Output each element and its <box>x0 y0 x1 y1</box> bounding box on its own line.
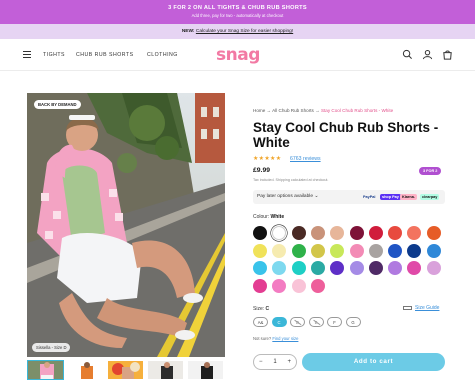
colour-swatch[interactable] <box>272 226 287 240</box>
colour-swatch[interactable] <box>253 243 267 258</box>
shop-pay-logo: shop Pay <box>380 194 401 200</box>
size-option-a[interactable]: A& <box>253 317 268 327</box>
colour-swatch[interactable] <box>310 226 325 240</box>
colour-swatch[interactable] <box>349 261 364 275</box>
snag-size-banner-link[interactable]: Calculate your Snag Size for easier shop… <box>196 29 293 34</box>
add-to-cart-button[interactable]: Add to cart <box>302 353 445 371</box>
colour-swatch[interactable] <box>368 243 383 258</box>
find-your-size-link[interactable]: Find your size <box>272 336 298 341</box>
qty-value[interactable]: 1 <box>273 359 276 365</box>
three-for-two-badge: 3 FOR 2 <box>419 167 442 175</box>
rating-stars: ★★★★★ <box>253 156 282 162</box>
nav-link-chub-rub-shorts[interactable]: CHUB RUB SHORTS <box>76 52 134 58</box>
snag-logo-text: snag <box>216 45 260 65</box>
size-option-c[interactable]: C <box>271 317 287 327</box>
size-label: Size: C <box>253 306 270 312</box>
colour-swatch[interactable] <box>426 243 441 258</box>
size-guide-link[interactable]: Size Guide <box>415 305 439 311</box>
thumbnail-strip <box>27 360 225 380</box>
colour-swatch[interactable] <box>407 243 422 258</box>
snag-size-banner-bold: NEW: <box>181 29 195 34</box>
colour-swatch[interactable] <box>330 261 345 275</box>
colour-swatch[interactable] <box>291 226 306 240</box>
size-option-d[interactable]: D <box>290 317 305 327</box>
size-value: C <box>265 306 270 312</box>
colour-swatch[interactable] <box>291 278 306 293</box>
colour-swatch[interactable] <box>368 226 383 240</box>
thumbnail-1[interactable] <box>27 360 64 380</box>
ruler-icon <box>403 306 412 310</box>
breadcrumb-home[interactable]: Home <box>253 108 265 113</box>
nav-link-tights[interactable]: TIGHTS <box>43 52 65 58</box>
bag-icon[interactable] <box>442 49 453 60</box>
breadcrumb: Home → All Chub Rub Shorts → Stay Cool C… <box>253 108 393 113</box>
colour-swatch[interactable] <box>368 261 383 275</box>
promo-subline: Add three, pay for two - automatically a… <box>191 13 284 18</box>
breadcrumb-separator: → <box>315 108 320 113</box>
colour-swatch[interactable] <box>310 261 325 275</box>
product-photo <box>27 93 225 357</box>
colour-swatch[interactable] <box>291 261 306 275</box>
colour-swatch[interactable] <box>272 278 287 293</box>
colour-swatch[interactable] <box>426 261 441 275</box>
not-sure-text: Not sure? Find your size <box>253 336 299 341</box>
qty-decrease-button[interactable]: − <box>259 359 263 365</box>
chevron-down-icon: ⌄ <box>314 194 319 199</box>
colour-swatch[interactable] <box>388 261 403 275</box>
product-price: £9.99 <box>253 167 271 174</box>
size-option-e[interactable]: E <box>308 317 324 327</box>
pay-later-dropdown[interactable]: Pay later options available ⌄ PayPal sho… <box>253 190 445 204</box>
colour-swatch[interactable] <box>253 261 267 275</box>
product-main-image[interactable]: BACK BY DEMAND Sissella - Size D <box>27 93 225 357</box>
thumbnail-5[interactable] <box>187 360 224 380</box>
colour-swatch[interactable] <box>426 226 441 240</box>
breadcrumb-separator: → <box>266 108 272 113</box>
colour-swatch[interactable] <box>388 226 403 240</box>
promo-headline: 3 FOR 2 ON ALL TIGHTS & CHUB RUB SHORTS <box>168 5 307 11</box>
main-nav: TIGHTS CHUB RUB SHORTS CLOTHING snag <box>0 39 475 71</box>
colour-swatch[interactable] <box>253 226 267 240</box>
colour-swatch[interactable] <box>310 243 325 258</box>
colour-swatch[interactable] <box>388 243 403 258</box>
breadcrumb-current: Stay Cool Chub Rub Shorts - White <box>320 108 394 113</box>
snag-logo[interactable]: snag <box>216 45 260 65</box>
colour-swatch[interactable] <box>407 261 422 275</box>
colour-swatch[interactable] <box>310 278 325 293</box>
colour-swatch[interactable] <box>272 261 287 275</box>
colour-swatch[interactable] <box>330 243 345 258</box>
colour-swatch[interactable] <box>272 243 287 258</box>
paypal-logo: PayPal <box>363 195 376 199</box>
qty-increase-button[interactable]: + <box>287 359 291 365</box>
colour-swatch[interactable] <box>349 243 364 258</box>
quantity-stepper: − 1 + <box>253 354 297 370</box>
account-icon[interactable] <box>422 49 433 60</box>
thumbnail-2[interactable] <box>67 360 104 380</box>
shipping-note: Tax included. Shipping calculated at che… <box>253 178 329 182</box>
colour-value: White <box>270 214 285 220</box>
thumbnail-3[interactable] <box>107 360 144 380</box>
promo-banner: 3 FOR 2 ON ALL TIGHTS & CHUB RUB SHORTS … <box>0 0 475 24</box>
breadcrumb-parent[interactable]: All Chub Rub Shorts <box>272 108 314 113</box>
nav-link-clothing[interactable]: CLOTHING <box>147 52 178 58</box>
model-size-badge: Sissella - Size D <box>32 343 71 352</box>
menu-icon[interactable] <box>23 51 31 58</box>
reviews-link[interactable]: 6763 reviews <box>290 156 321 162</box>
product-title: Stay Cool Chub Rub Shorts - White <box>253 120 439 150</box>
size-option-g[interactable]: G <box>345 317 361 327</box>
colour-swatch[interactable] <box>349 226 364 240</box>
pay-later-label: Pay later options available ⌄ <box>257 194 319 199</box>
colour-swatch[interactable] <box>253 278 267 293</box>
colour-swatch[interactable] <box>330 226 345 240</box>
colour-swatch[interactable] <box>291 243 306 258</box>
search-icon[interactable] <box>402 49 413 60</box>
back-by-demand-badge: BACK BY DEMAND <box>34 100 81 109</box>
thumbnail-4[interactable] <box>147 360 184 380</box>
size-option-f[interactable]: F <box>327 317 342 327</box>
colour-swatch[interactable] <box>407 226 422 240</box>
snag-size-banner[interactable]: NEW: Calculate your Snag Size for easier… <box>0 24 475 39</box>
colour-label: Colour: White <box>253 214 285 220</box>
clearpay-logo: clearpay <box>420 194 440 200</box>
klarna-logo: Klarna. <box>400 194 417 200</box>
